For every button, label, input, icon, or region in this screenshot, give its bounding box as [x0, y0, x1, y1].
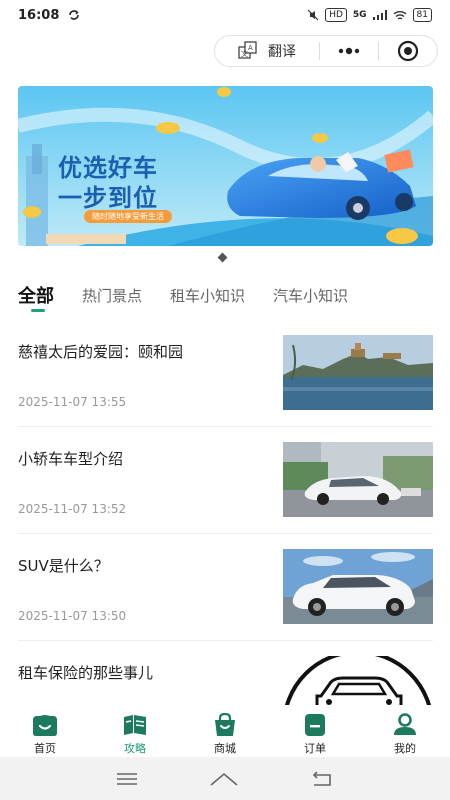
list-divider — [18, 640, 433, 641]
order-icon — [305, 714, 325, 736]
nav-shop[interactable]: 商城 — [180, 705, 270, 757]
nav-label: 商城 — [214, 742, 236, 755]
nav-label: 攻略 — [124, 742, 146, 755]
translate-label: 翻译 — [268, 44, 296, 60]
tab-all[interactable]: 全部 — [18, 282, 54, 308]
list-item[interactable]: 小轿车车型介绍 2025-11-07 13:52 — [18, 442, 433, 532]
tab-hot-attractions[interactable]: 热门景点 — [82, 285, 142, 306]
home-icon — [33, 715, 57, 736]
category-tabs: 全部 热门景点 租车小知识 汽车小知识 — [18, 282, 348, 316]
active-tab-indicator — [31, 309, 45, 312]
status-time: 16:08 — [18, 7, 60, 23]
list-item[interactable]: 慈禧太后的爱园：颐和园 2025-11-07 13:55 — [18, 335, 433, 425]
nav-label: 首页 — [34, 742, 56, 755]
nav-home[interactable]: 首页 — [0, 705, 90, 757]
shop-icon — [215, 713, 235, 736]
signal-icon — [372, 10, 387, 20]
system-nav-bar — [0, 757, 450, 800]
banner-headline-2: 一步到位 — [58, 184, 158, 212]
banner-tagline: 随时随地享受新生活 — [84, 210, 172, 223]
hd-badge: HD — [325, 8, 347, 22]
list-divider — [18, 426, 433, 427]
close-target-icon — [397, 40, 419, 62]
list-divider — [18, 533, 433, 534]
mute-icon — [307, 9, 319, 21]
status-left: 16:08 — [18, 8, 81, 23]
promo-banner[interactable]: 优选好车 一步到位 随时随地享受新生活 — [18, 86, 433, 246]
article-date: 2025-11-07 13:55 — [18, 395, 127, 409]
sync-icon — [69, 10, 80, 20]
article-title: SUV是什么？ — [18, 557, 109, 575]
tab-car-tips[interactable]: 汽车小知识 — [273, 285, 348, 306]
profile-icon — [394, 713, 416, 735]
svg-text:文: 文 — [241, 49, 248, 58]
nav-order[interactable]: 订单 — [270, 705, 360, 757]
network-label: 5G — [352, 10, 367, 20]
home-gesture-icon[interactable] — [209, 771, 239, 787]
nav-label: 我的 — [394, 742, 416, 755]
tab-rental-tips[interactable]: 租车小知识 — [170, 285, 245, 306]
article-date: 2025-11-07 13:52 — [18, 502, 127, 516]
article-date: 2025-11-07 13:50 — [18, 609, 127, 623]
article-thumbnail — [283, 549, 433, 624]
svg-text:A: A — [248, 44, 253, 52]
battery-indicator: 81 — [412, 8, 432, 22]
nav-profile[interactable]: 我的 — [360, 705, 450, 757]
more-dots-icon — [338, 47, 360, 55]
article-title: 慈禧太后的爱园：颐和园 — [18, 343, 184, 361]
translate-icon: 文A — [238, 41, 257, 59]
back-icon[interactable] — [310, 770, 334, 787]
bottom-nav: 首页 攻略 商城 订单 我的 — [0, 705, 450, 757]
banner-indicator-dot — [217, 252, 228, 263]
wifi-icon — [393, 10, 407, 20]
article-title: 租车保险的那些事儿 — [18, 664, 154, 682]
guide-icon — [124, 715, 146, 735]
status-bar: 16:08 HD 5G 81 — [0, 0, 450, 30]
more-menu-button[interactable] — [320, 36, 378, 66]
article-thumbnail — [283, 656, 433, 705]
miniprogram-capsule: 文A 翻译 — [214, 35, 438, 67]
list-item[interactable]: SUV是什么？ 2025-11-07 13:50 — [18, 549, 433, 639]
status-right: HD 5G 81 — [307, 8, 432, 22]
close-miniprogram-button[interactable] — [379, 36, 437, 66]
menu-icon[interactable] — [116, 772, 138, 786]
list-item[interactable]: 租车保险的那些事儿 — [18, 656, 433, 705]
nav-guide[interactable]: 攻略 — [90, 705, 180, 757]
article-thumbnail — [283, 442, 433, 517]
nav-label: 订单 — [304, 742, 326, 755]
article-title: 小轿车车型介绍 — [18, 450, 124, 468]
translate-button[interactable]: 文A 翻译 — [215, 36, 319, 66]
article-thumbnail — [283, 335, 433, 410]
